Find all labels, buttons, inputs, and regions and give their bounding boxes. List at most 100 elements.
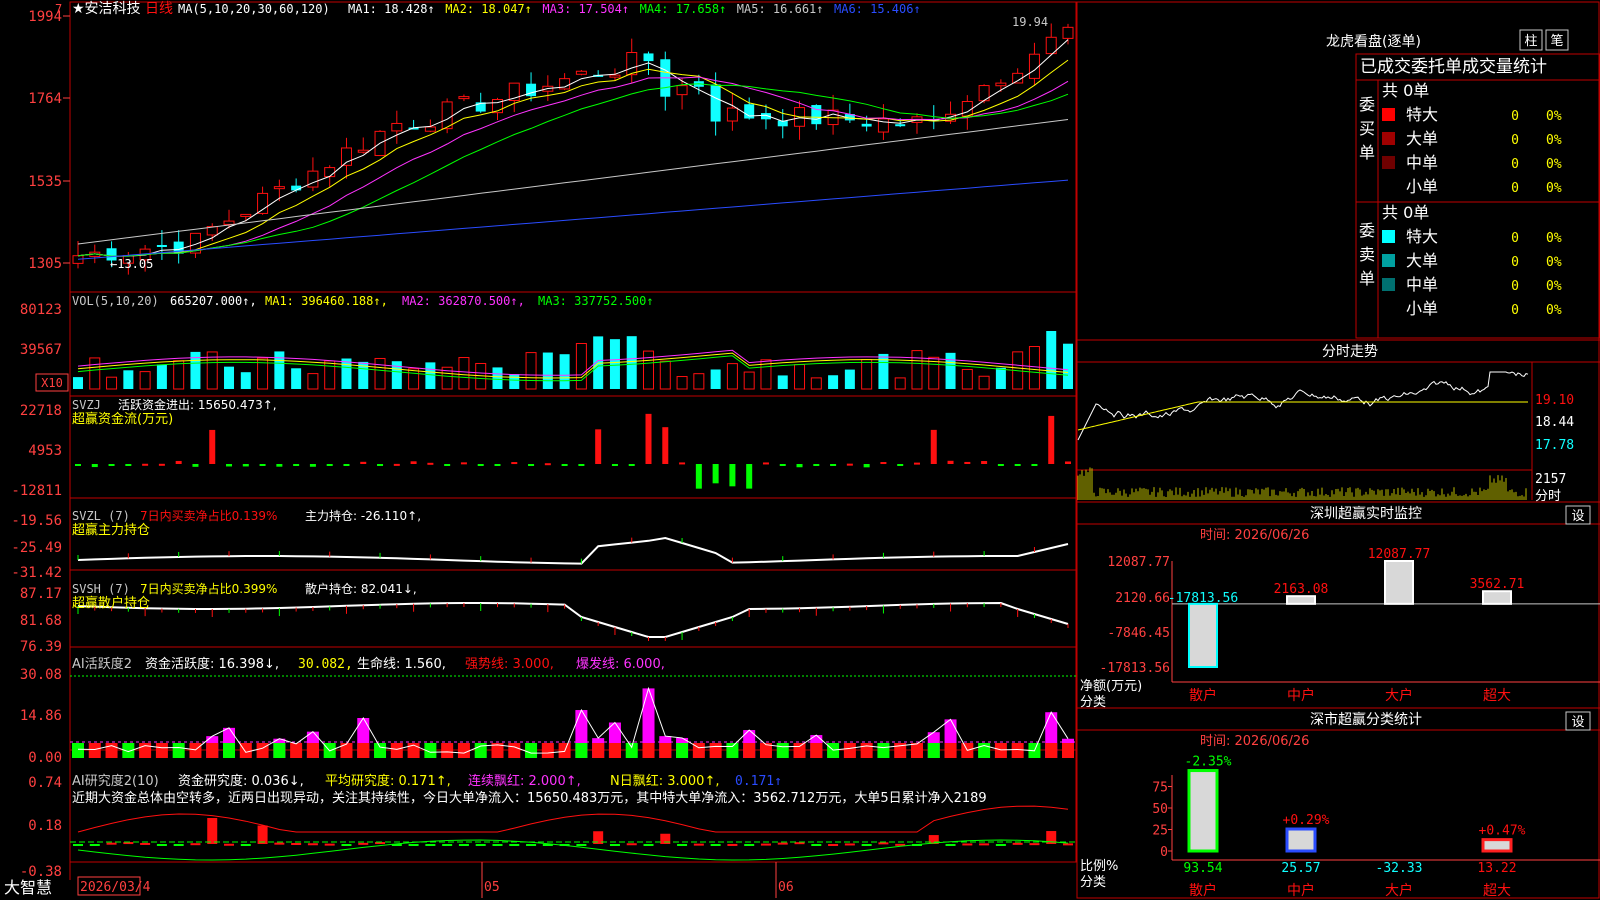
candle-up — [240, 213, 252, 217]
flow-bar-out — [242, 464, 249, 467]
research-bar-up — [140, 842, 151, 845]
flow-bar-in — [595, 429, 602, 464]
buy-row-pct: 0% — [1546, 109, 1562, 124]
ai1-value: 资金活跃度: 16.398↓, — [145, 656, 279, 672]
flow-bar-out — [477, 464, 484, 466]
flow-bar-in — [427, 462, 434, 465]
vol-bar-down — [844, 369, 855, 389]
flow-bar-out — [293, 464, 300, 466]
szc-value-label: 13.22 — [1477, 861, 1516, 876]
activity-base-bar — [525, 743, 538, 758]
svzl-line — [77, 536, 1069, 565]
candle-up — [676, 85, 688, 96]
research-bar-up — [106, 842, 117, 845]
high-price-label: 19.94 — [1012, 15, 1048, 29]
activity-base-bar — [994, 743, 1007, 758]
research-bar-down — [677, 844, 688, 846]
dragon-subtitle: 已成交委托单成交量统计 — [1360, 57, 1547, 77]
ma-value-6: MA6: 15.406↑ — [834, 2, 921, 16]
vol-bar-down — [777, 375, 788, 389]
activity-base-bar — [223, 743, 236, 758]
activity-base-bar — [290, 743, 303, 758]
vol-bar-up — [458, 357, 470, 390]
intraday-avg-line — [1077, 401, 1528, 431]
flow-bar-in — [662, 427, 669, 464]
buy-row-pct: 0% — [1546, 181, 1562, 196]
sz-set-label[interactable]: 设 — [1571, 509, 1584, 524]
vol-bar-down — [73, 377, 83, 389]
candle-down — [861, 123, 872, 127]
svzl-tick-label: -19.56 — [11, 513, 62, 529]
vol-bar-up — [1028, 346, 1040, 390]
flow-bar-out — [578, 464, 585, 466]
vol-unit: X10 — [41, 376, 63, 390]
vol-title: VOL(5,10,20) — [72, 294, 159, 308]
buy-swatch — [1382, 156, 1395, 169]
sz-bar-2 — [1384, 560, 1414, 605]
vol-bar-up — [173, 360, 185, 390]
vol-bar-up — [106, 376, 118, 390]
svsh-tick-label: 87.17 — [20, 586, 62, 602]
research-bar-up — [1063, 843, 1073, 846]
research-bar-down — [945, 844, 956, 846]
activity-base-bar — [625, 743, 638, 758]
sz-category-label: 中户 — [1287, 687, 1315, 704]
research-bar-down — [509, 844, 520, 846]
sell-swatch — [1382, 254, 1395, 267]
vol-bar-up — [307, 373, 319, 390]
sz-tick-label: -7846.45 — [1107, 626, 1170, 641]
research-bar-down — [609, 844, 620, 846]
sell-swatch — [1382, 230, 1395, 243]
vol-bar-down — [609, 339, 620, 389]
flow-bar-out — [611, 464, 618, 466]
research-bar-down — [89, 844, 100, 846]
sz-bar-1 — [1286, 595, 1316, 605]
activity-base-bar — [676, 743, 689, 758]
candle-up — [995, 82, 1007, 87]
sell-row-name: 大单 — [1406, 251, 1438, 270]
brand-name: 大智慧 — [4, 878, 52, 897]
sz-bar-label: 2163.08 — [1274, 582, 1329, 597]
vol-bar-down — [710, 369, 721, 389]
flow-bar-out — [309, 464, 316, 467]
ai2-avg: 平均研究度: 0.171↑, — [325, 773, 451, 789]
szc-set-label[interactable]: 设 — [1571, 715, 1584, 730]
research-bar-down — [492, 844, 503, 846]
dragon-btn-tick-label[interactable]: 笔 — [1550, 33, 1563, 49]
research-bar-up — [324, 843, 335, 846]
flow-bar-out — [712, 464, 719, 484]
ai1-v2: 30.082, — [298, 657, 353, 672]
szc-category-label: 中户 — [1287, 882, 1315, 899]
month-label-06: 06 — [778, 880, 794, 895]
research-bar-up — [307, 843, 318, 846]
flow-bar-in — [142, 463, 149, 466]
activity-base-bar — [340, 743, 353, 758]
intraday-title: 分时走势 — [1322, 344, 1378, 360]
flow-bar-out — [1014, 464, 1021, 466]
vol-bar-up — [659, 360, 671, 390]
research-bar-up — [257, 825, 268, 844]
research-bar-down — [73, 844, 83, 846]
vol-bar-down — [291, 368, 302, 389]
research-bar-up — [979, 843, 990, 846]
month-label-05: 05 — [484, 880, 500, 895]
flow-bar-out — [830, 464, 837, 466]
period-label: 日线 — [145, 1, 173, 17]
buy-row-name: 小单 — [1406, 177, 1438, 196]
svzj-title: SVZJ — [72, 398, 101, 412]
candle-down — [156, 244, 167, 247]
candle-up — [726, 107, 738, 122]
svsh-desc: 7日内买卖净占比0.399% — [140, 581, 277, 596]
flow-bar-out — [494, 464, 501, 466]
flow-bar-in — [544, 463, 551, 466]
svzl-subtitle: 超赢主力持仓 — [72, 522, 150, 538]
dragon-side-label: 委 — [1359, 221, 1375, 240]
dragon-btn-bar-label[interactable]: 柱 — [1524, 34, 1537, 49]
research-bar-down — [811, 844, 822, 846]
research-line-green — [77, 839, 1069, 861]
candle-up — [458, 96, 470, 100]
activity-base-bar — [88, 743, 101, 758]
flow-bar-out — [863, 464, 870, 468]
ai1-burst: 爆发线: 6.000, — [576, 656, 665, 672]
szc-time: 时间: 2026/06/26 — [1200, 734, 1309, 749]
